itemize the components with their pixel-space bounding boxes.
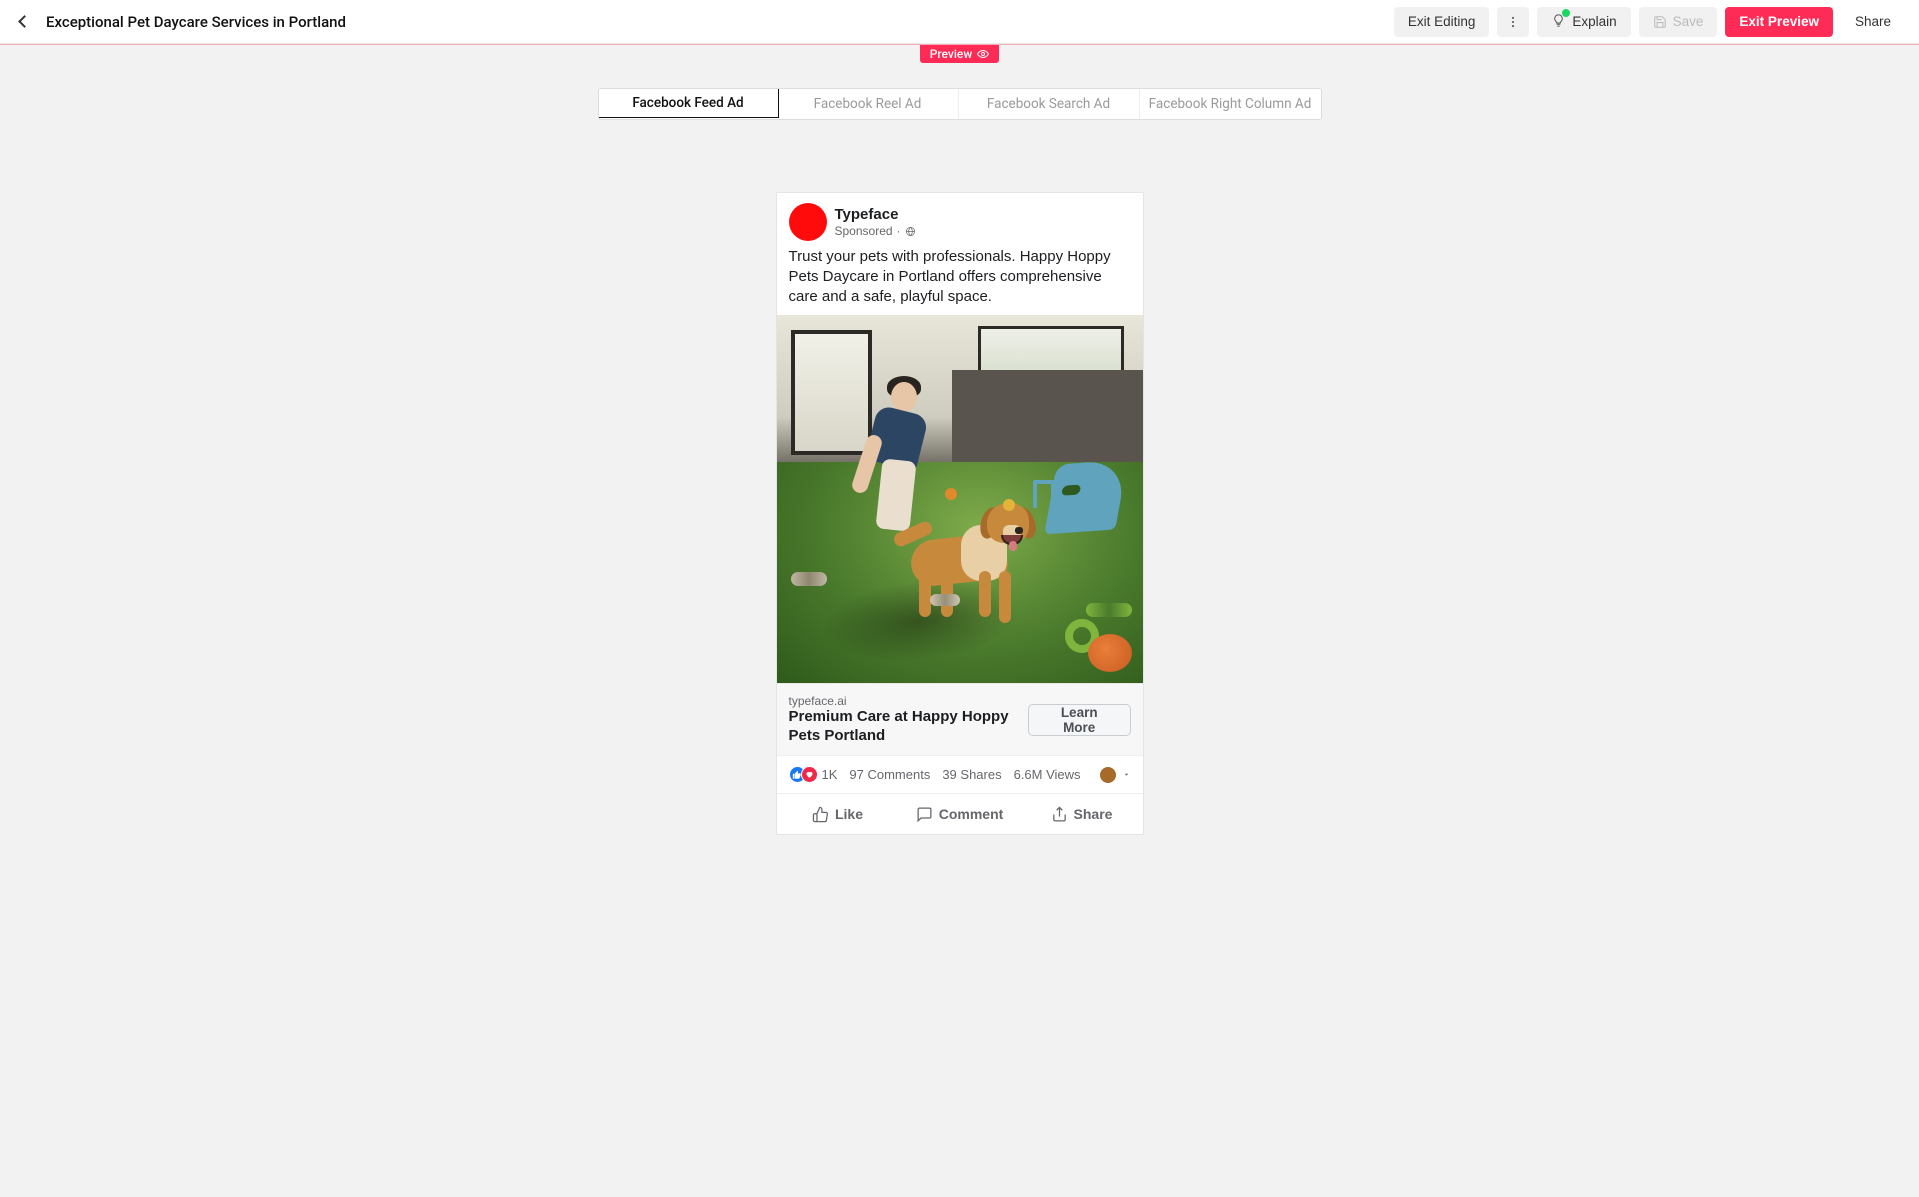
page-name: Typeface bbox=[835, 206, 916, 224]
share-icon bbox=[1051, 806, 1068, 823]
like-action[interactable]: Like bbox=[777, 794, 899, 834]
caret-down-icon bbox=[1122, 770, 1131, 779]
explain-label: Explain bbox=[1572, 14, 1616, 29]
like-action-label: Like bbox=[835, 806, 863, 822]
save-icon bbox=[1653, 15, 1667, 29]
more-vertical-icon bbox=[1506, 15, 1520, 29]
dot-separator: · bbox=[897, 224, 901, 238]
more-menu-button[interactable] bbox=[1497, 7, 1529, 37]
views-count: 6.6M Views bbox=[1014, 767, 1081, 782]
comment-action[interactable]: Comment bbox=[899, 794, 1021, 834]
tab-facebook-search[interactable]: Facebook Search Ad bbox=[959, 89, 1140, 119]
tab-facebook-reel[interactable]: Facebook Reel Ad bbox=[778, 89, 959, 119]
learn-more-button[interactable]: Learn More bbox=[1028, 704, 1131, 736]
comments-count: 97 Comments bbox=[849, 767, 930, 782]
save-button[interactable]: Save bbox=[1639, 7, 1718, 37]
explain-button[interactable]: Explain bbox=[1537, 7, 1630, 37]
preview-badge-label: Preview bbox=[930, 47, 973, 61]
fb-cta-text: typeface.ai Premium Care at Happy Hoppy … bbox=[789, 694, 1028, 746]
page-avatar bbox=[789, 203, 827, 241]
preview-badge-wrap: Preview bbox=[0, 45, 1919, 63]
topbar-actions: Exit Editing Explain Save Exit Preview S… bbox=[1394, 7, 1905, 37]
sponsored-line: Sponsored · bbox=[835, 224, 916, 238]
back-button[interactable] bbox=[14, 12, 34, 32]
ad-preview-area: Typeface Sponsored · Trust your pets wit… bbox=[0, 192, 1919, 875]
sponsored-label: Sponsored bbox=[835, 224, 893, 238]
stats-right bbox=[1100, 767, 1131, 783]
exit-preview-button[interactable]: Exit Preview bbox=[1725, 7, 1833, 37]
thumbs-up-icon bbox=[812, 806, 829, 823]
ad-format-tabs: Facebook Feed Ad Facebook Reel Ad Facebo… bbox=[598, 88, 1322, 120]
fb-post-body: Trust your pets with professionals. Happ… bbox=[777, 241, 1143, 315]
preview-badge: Preview bbox=[920, 45, 1000, 63]
fb-post-header: Typeface Sponsored · bbox=[777, 193, 1143, 241]
accent-divider bbox=[0, 44, 1919, 45]
ad-format-tabs-wrap: Facebook Feed Ad Facebook Reel Ad Facebo… bbox=[0, 88, 1919, 120]
fb-cta-headline: Premium Care at Happy Hoppy Pets Portlan… bbox=[789, 708, 1028, 746]
shares-count: 39 Shares bbox=[942, 767, 1001, 782]
eye-icon bbox=[977, 48, 989, 60]
fb-cta-bar: typeface.ai Premium Care at Happy Hoppy … bbox=[777, 683, 1143, 756]
reactions-count: 1K bbox=[822, 767, 838, 782]
chevron-left-icon bbox=[18, 15, 31, 28]
save-label: Save bbox=[1673, 14, 1704, 29]
share-action[interactable]: Share bbox=[1021, 794, 1143, 834]
tab-facebook-right-column[interactable]: Facebook Right Column Ad bbox=[1140, 89, 1321, 119]
fb-engagement-stats: 1K 97 Comments 39 Shares 6.6M Views bbox=[777, 755, 1143, 793]
app-topbar: Exceptional Pet Daycare Services in Port… bbox=[0, 0, 1919, 44]
fb-cta-domain: typeface.ai bbox=[789, 694, 1028, 708]
share-action-label: Share bbox=[1074, 806, 1113, 822]
globe-icon bbox=[905, 226, 916, 237]
reaction-icons bbox=[789, 766, 818, 783]
facebook-feed-card: Typeface Sponsored · Trust your pets wit… bbox=[776, 192, 1144, 835]
comment-action-label: Comment bbox=[939, 806, 1004, 822]
reactions-cluster: 1K bbox=[789, 766, 838, 783]
love-reaction-icon bbox=[801, 766, 818, 783]
lightbulb-icon bbox=[1551, 13, 1566, 31]
fb-post-image bbox=[777, 315, 1143, 683]
page-title: Exceptional Pet Daycare Services in Port… bbox=[46, 13, 1382, 31]
tab-facebook-feed[interactable]: Facebook Feed Ad bbox=[598, 88, 779, 118]
share-button[interactable]: Share bbox=[1841, 7, 1905, 37]
exit-editing-button[interactable]: Exit Editing bbox=[1394, 7, 1490, 37]
notification-dot-icon bbox=[1562, 9, 1570, 17]
viewer-avatar bbox=[1100, 767, 1116, 783]
comment-icon bbox=[916, 806, 933, 823]
fb-action-bar: Like Comment Share bbox=[777, 793, 1143, 834]
